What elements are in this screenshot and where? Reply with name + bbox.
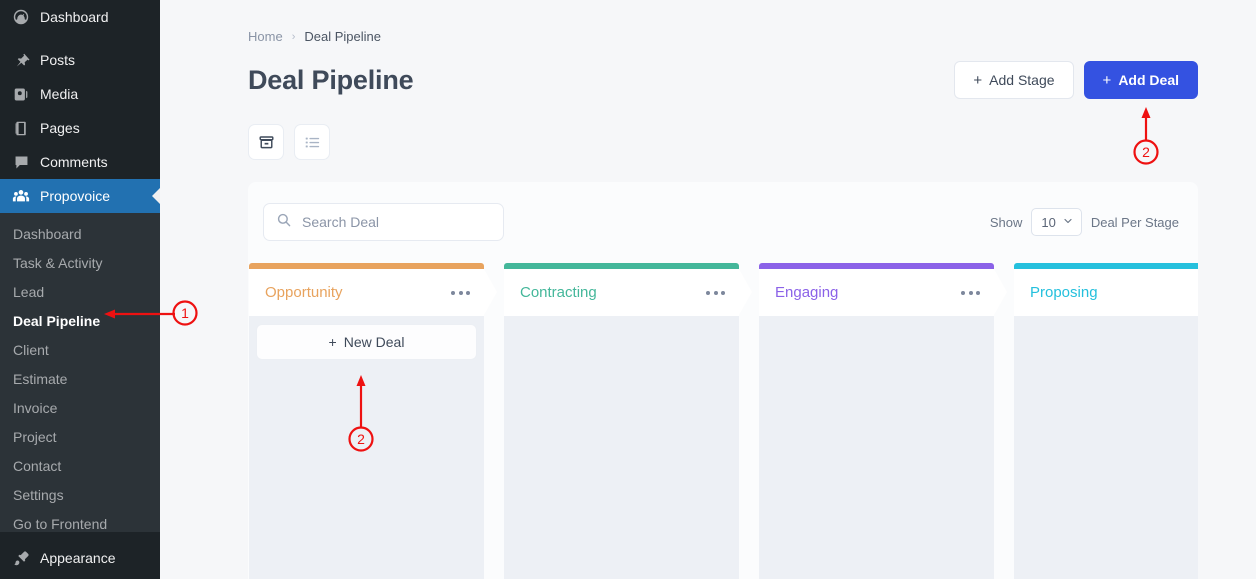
sidebar-item-label: Posts (40, 52, 76, 68)
dashboard-icon (11, 7, 31, 27)
new-deal-label: New Deal (343, 334, 405, 350)
deals-per-stage-select[interactable]: 10 (1031, 208, 1082, 236)
list-view-button[interactable] (294, 124, 330, 160)
stage-header: Contracting (504, 269, 752, 316)
page-header: Deal Pipeline + Add Stage + Add Deal (248, 61, 1256, 99)
sidebar-item-dashboard[interactable]: Dashboard (0, 0, 160, 34)
plus-icon: + (328, 334, 337, 350)
sidebar-item-label: Comments (40, 154, 108, 170)
breadcrumb: Home › Deal Pipeline (248, 0, 1256, 44)
pages-icon (11, 118, 31, 138)
breadcrumb-current: Deal Pipeline (304, 29, 381, 44)
sidebar-item-label: Dashboard (40, 9, 109, 25)
per-stage-control: Show 10 Deal Per Stage (990, 208, 1179, 236)
sidebar-current-nib (152, 187, 160, 205)
stage-body[interactable] (1014, 316, 1198, 579)
stage-body[interactable] (759, 316, 994, 579)
pin-icon (11, 50, 31, 70)
breadcrumb-separator-icon: › (291, 30, 296, 43)
sidebar-divider-2 (0, 532, 160, 541)
brush-icon (11, 548, 31, 568)
stage-body[interactable] (504, 316, 739, 579)
main-content: Home › Deal Pipeline Deal Pipeline + Add… (160, 0, 1256, 579)
header-actions: + Add Stage + Add Deal (954, 61, 1198, 99)
stage-header: Engaging (759, 269, 1007, 316)
sidebar-item-settings[interactable]: Settings (0, 481, 160, 510)
sidebar-item-estimate[interactable]: Estimate (0, 365, 160, 394)
search-wrapper (263, 203, 504, 241)
wp-admin-sidebar: Dashboard Posts Media Pages Comments Pro… (0, 0, 160, 579)
per-stage-suffix-label: Deal Per Stage (1090, 214, 1179, 230)
add-stage-label: Add Stage (989, 72, 1055, 88)
pipeline-stage-proposing: Proposing (1014, 263, 1198, 579)
new-deal-button[interactable]: + New Deal (256, 324, 477, 360)
pipeline-board: Opportunity + New Deal Contracting Engag… (248, 263, 1198, 579)
sidebar-item-client[interactable]: Client (0, 336, 160, 365)
pipeline-stage-contracting: Contracting (504, 263, 752, 579)
sidebar-item-lead[interactable]: Lead (0, 278, 160, 307)
search-deal-box[interactable] (263, 203, 504, 241)
people-icon (11, 186, 31, 206)
breadcrumb-home[interactable]: Home (248, 29, 283, 44)
admin-page: Dashboard Posts Media Pages Comments Pro… (0, 0, 1256, 579)
sidebar-item-comments[interactable]: Comments (0, 145, 160, 179)
media-icon (11, 84, 31, 104)
pipeline-stage-opportunity: Opportunity + New Deal (249, 263, 497, 579)
sidebar-item-deal-pipeline[interactable]: Deal Pipeline (0, 307, 160, 336)
list-view-icon (304, 134, 321, 151)
pipeline-stage-engaging: Engaging (759, 263, 1007, 579)
stage-header: Proposing (1014, 269, 1198, 316)
sidebar-item-label: Appearance (40, 550, 116, 566)
sidebar-item-project[interactable]: Project (0, 423, 160, 452)
deals-per-stage-value: 10 (1041, 214, 1056, 230)
sidebar-item-propovoice[interactable]: Propovoice (0, 179, 160, 213)
stage-title: Contracting (520, 284, 597, 301)
stage-header-nib (739, 269, 752, 315)
sidebar-item-invoice[interactable]: Invoice (0, 394, 160, 423)
stage-menu-icon[interactable] (451, 290, 470, 295)
sidebar-item-media[interactable]: Media (0, 77, 160, 111)
sidebar-item-label: Media (40, 86, 79, 102)
board-view-button[interactable] (248, 124, 284, 160)
sidebar-item-dashboard-sub[interactable]: Dashboard (0, 220, 160, 249)
sidebar-bottom-group: Appearance (0, 532, 160, 579)
stage-menu-icon[interactable] (961, 290, 980, 295)
search-input[interactable] (302, 214, 491, 230)
stage-title: Engaging (775, 284, 839, 301)
sidebar-divider-1 (0, 34, 160, 43)
search-icon (276, 212, 292, 233)
sidebar-item-pages[interactable]: Pages (0, 111, 160, 145)
view-toggle-group (248, 124, 1256, 160)
sidebar-item-contact[interactable]: Contact (0, 452, 160, 481)
plus-icon: + (973, 71, 983, 89)
pipeline-panel: Show 10 Deal Per Stage Opportunity (248, 182, 1198, 579)
stage-header: Opportunity (249, 269, 497, 316)
stage-body[interactable]: + New Deal (249, 316, 484, 579)
propovoice-submenu: Dashboard Task & Activity Lead Deal Pipe… (0, 213, 160, 548)
comments-icon (11, 152, 31, 172)
sidebar-item-posts[interactable]: Posts (0, 43, 160, 77)
show-label: Show (989, 214, 1023, 230)
sidebar-item-appearance[interactable]: Appearance (0, 541, 160, 575)
pipeline-toolbar: Show 10 Deal Per Stage (248, 182, 1198, 263)
add-deal-label: Add Deal (1118, 72, 1179, 88)
page-title: Deal Pipeline (248, 64, 414, 95)
sidebar-item-label: Propovoice (40, 188, 111, 204)
add-deal-button[interactable]: + Add Deal (1083, 61, 1198, 99)
stage-header-nib (484, 269, 497, 315)
board-view-icon (258, 134, 275, 151)
sidebar-item-label: Pages (40, 120, 80, 136)
stage-title: Opportunity (265, 284, 343, 301)
plus-icon: + (1102, 71, 1112, 89)
stage-header-nib (994, 269, 1007, 315)
sidebar-item-task-activity[interactable]: Task & Activity (0, 249, 160, 278)
stage-menu-icon[interactable] (706, 290, 725, 295)
chevron-down-icon (1062, 215, 1074, 230)
stage-title: Proposing (1030, 284, 1098, 301)
add-stage-button[interactable]: + Add Stage (954, 61, 1074, 99)
